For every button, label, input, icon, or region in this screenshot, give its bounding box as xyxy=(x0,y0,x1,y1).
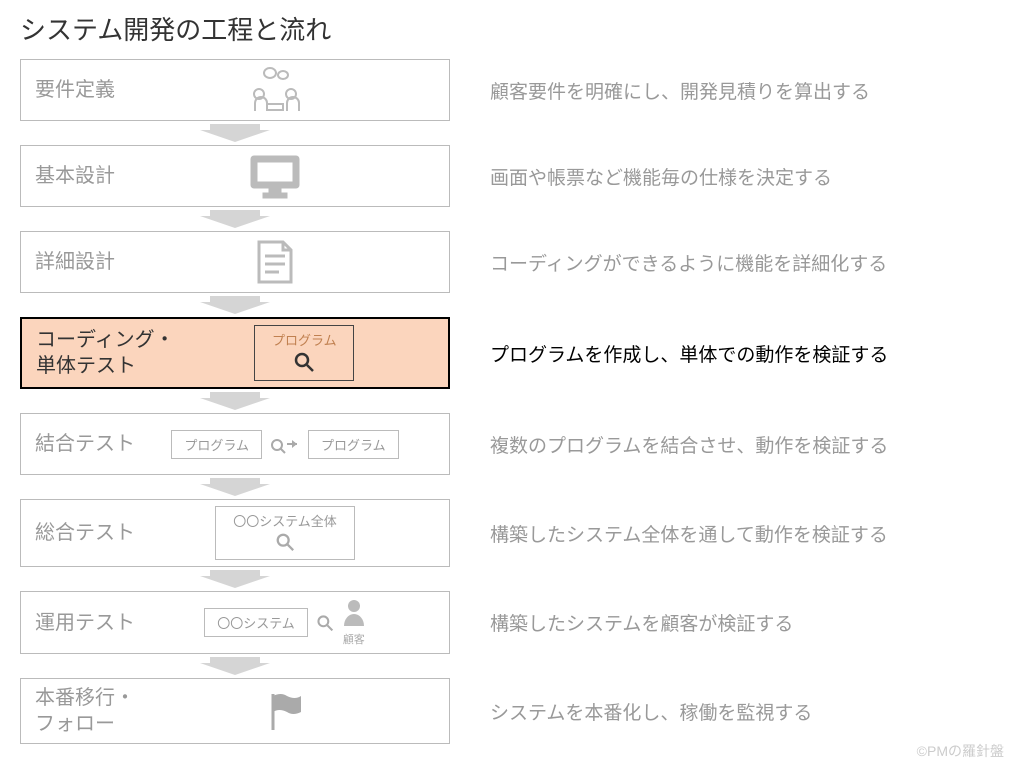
step-row-1: 要件定義 顧客要件を明確にし、開発見積りを算出する xyxy=(20,59,1004,121)
step-row-3: 詳細設計 コーディングができるように機能を詳細化する xyxy=(20,231,1004,293)
step-label: 結合テスト xyxy=(35,431,135,457)
step-desc: 画面や帳票など機能毎の仕様を決定する xyxy=(490,163,1004,190)
mini-system-label: 〇〇システム xyxy=(204,608,308,637)
monitor-icon xyxy=(115,153,435,199)
step-box-basic-design: 基本設計 xyxy=(20,145,450,207)
operation-icon: 〇〇システム 顧客 xyxy=(135,598,435,647)
person-icon xyxy=(342,598,366,626)
arrow-icon xyxy=(20,293,450,317)
step-desc: 顧客要件を明確にし、開発見積りを算出する xyxy=(490,77,1004,104)
step-label: 総合テスト xyxy=(35,520,135,546)
customer-label: 顧客 xyxy=(342,631,366,647)
step-row-8: 本番移行・ フォロー システムを本番化し、稼働を監視する xyxy=(20,678,1004,744)
integration-icon: プログラム プログラム xyxy=(135,430,435,459)
step-desc: プログラムを作成し、単体での動作を検証する xyxy=(490,340,1004,367)
flag-icon xyxy=(135,690,435,732)
step-row-6: 総合テスト 〇〇システム全体 構築したシステム全体を通して動作を検証する xyxy=(20,499,1004,567)
copyright-footer: ©PMの羅針盤 xyxy=(917,741,1004,761)
arrow-icon xyxy=(20,654,450,678)
step-box-operation-test: 運用テスト 〇〇システム 顧客 xyxy=(20,591,450,654)
step-desc: システムを本番化し、稼働を監視する xyxy=(490,698,1004,725)
flow-container: 要件定義 顧客要件を明確にし、開発見積りを算出する 基本設計 xyxy=(20,59,1004,744)
step-box-requirements: 要件定義 xyxy=(20,59,450,121)
diagram-title: システム開発の工程と流れ xyxy=(20,10,1004,47)
step-box-production: 本番移行・ フォロー xyxy=(20,678,450,744)
step-box-detail-design: 詳細設計 xyxy=(20,231,450,293)
step-label: 運用テスト xyxy=(35,610,135,636)
arrow-icon xyxy=(20,121,450,145)
step-box-integration-test: 結合テスト プログラム プログラム xyxy=(20,413,450,475)
step-row-7: 運用テスト 〇〇システム 顧客 構築したシステム xyxy=(20,591,1004,654)
step-desc: 複数のプログラムを結合させ、動作を検証する xyxy=(490,431,1004,458)
step-label: 基本設計 xyxy=(35,163,115,189)
step-row-5: 結合テスト プログラム プログラム 複数のプログラムを結合させ、動作を検証する xyxy=(20,413,1004,475)
step-box-coding-unit-test: コーディング・ 単体テスト プログラム xyxy=(20,317,450,389)
mini-program-label: プログラム xyxy=(171,430,262,459)
program-inspect-icon: プログラム xyxy=(175,325,434,381)
magnifier-icon xyxy=(293,351,315,376)
system-whole-icon: 〇〇システム全体 xyxy=(135,506,435,560)
mini-program-label: プログラム xyxy=(267,330,341,349)
magnifier-icon xyxy=(275,532,295,555)
step-desc: 構築したシステム全体を通して動作を検証する xyxy=(490,520,1004,547)
step-box-system-test: 総合テスト 〇〇システム全体 xyxy=(20,499,450,567)
step-label: 要件定義 xyxy=(35,77,115,103)
meeting-icon xyxy=(115,66,435,114)
arrow-icon xyxy=(20,567,450,591)
step-row-2: 基本設計 画面や帳票など機能毎の仕様を決定する xyxy=(20,145,1004,207)
arrow-icon xyxy=(20,389,450,413)
arrow-icon xyxy=(20,475,450,499)
step-desc: コーディングができるように機能を詳細化する xyxy=(490,249,1004,276)
magnifier-arrow-icon xyxy=(270,434,300,454)
document-icon xyxy=(115,238,435,286)
mini-system-whole-label: 〇〇システム全体 xyxy=(228,511,342,530)
step-desc: 構築したシステムを顧客が検証する xyxy=(490,609,1004,636)
mini-program-label: プログラム xyxy=(308,430,399,459)
step-label: 本番移行・ フォロー xyxy=(35,685,135,737)
step-label: コーディング・ 単体テスト xyxy=(36,327,175,379)
step-row-4: コーディング・ 単体テスト プログラム プログラムを作成し、単体での動作を検証す… xyxy=(20,317,1004,389)
step-label: 詳細設計 xyxy=(35,249,115,275)
magnifier-icon xyxy=(316,614,334,632)
arrow-icon xyxy=(20,207,450,231)
